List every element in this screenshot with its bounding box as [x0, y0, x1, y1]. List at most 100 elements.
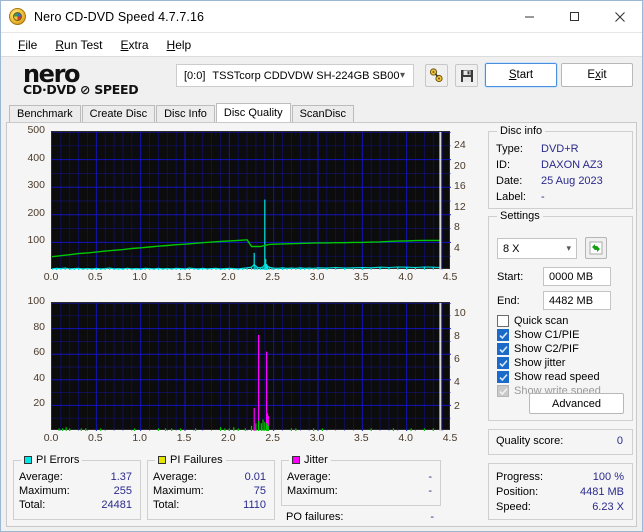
y-axis-tick: 100: [27, 295, 45, 307]
menu-extra[interactable]: Extra: [112, 36, 158, 54]
x-axis-tick: 2.5: [265, 271, 280, 283]
quality-score-value: 0: [616, 435, 623, 447]
x-axis-tick: 1.0: [132, 432, 147, 444]
start-value: 0000 MB: [549, 270, 594, 283]
menu-run-test[interactable]: Run Test: [46, 36, 111, 54]
po-failures-label: PO failures:: [286, 511, 344, 523]
x-axis-tick: 2.0: [221, 432, 236, 444]
x-axis-tick: 0.5: [88, 432, 103, 444]
stat-row: Maximum: -: [287, 485, 432, 497]
chevron-down-icon: ▾: [399, 70, 405, 81]
y-axis-tick: 60: [33, 346, 45, 359]
progress-box: Progress: 100 % Position: 4481 MB Speed: 6.…: [488, 463, 633, 520]
start-field-row: Start: 0000 MB: [497, 267, 611, 286]
menu-file[interactable]: File: [9, 36, 46, 54]
drive-select[interactable]: [0:0] TSSTcorp CDDVDW SH-224GB SB00 ▾: [176, 64, 414, 87]
title-bar: Nero CD-DVD Speed 4.7.7.16: [1, 1, 642, 33]
stats-jitter-legend: Jitter: [289, 454, 331, 466]
checkbox-show-read-speed[interactable]: Show read speed: [497, 371, 629, 383]
y-axis-tick: 500: [27, 124, 45, 136]
y2-axis-tick: 6: [454, 353, 460, 366]
progress-row: Progress: 100 %: [496, 471, 624, 483]
window-controls: [507, 1, 642, 33]
stats-pi-errors: PI Errors Average: 1.37 Maximum: 255 Total…: [13, 454, 141, 520]
start-input[interactable]: 0000 MB: [543, 267, 611, 286]
nero-app-icon: [9, 7, 27, 26]
y2-axis-tick: 4: [454, 241, 460, 254]
minimize-icon[interactable]: [507, 1, 552, 33]
menu-help[interactable]: Help: [158, 36, 201, 54]
y2-axis-tick: 10: [454, 306, 466, 319]
y2-axis-tick: 20: [454, 159, 466, 172]
stat-row: Total: 1110: [153, 499, 266, 511]
disc-eject-icon[interactable]: [425, 64, 448, 87]
pi-failures-color-swatch: [158, 456, 166, 464]
checkbox-label: Quick scan: [514, 315, 569, 327]
x-axis-tick: 2.5: [265, 432, 280, 444]
disc-info-row-date: Date: 25 Aug 2023: [496, 175, 603, 187]
y-axis-tick: 20: [33, 397, 45, 410]
drive-port: [0:0]: [184, 69, 206, 82]
checkbox-label: Show C2/PIF: [514, 343, 579, 355]
checkbox-show-c2-pif[interactable]: Show C2/PIF: [497, 343, 629, 355]
app-window: Nero CD-DVD Speed 4.7.7.16 File Run Test…: [0, 0, 643, 532]
chart-pi-errors-plot: [51, 131, 451, 270]
y-axis-tick: 400: [27, 151, 45, 164]
x-axis-tick: 0.0: [43, 271, 59, 283]
tab-disc-info[interactable]: Disc Info: [156, 105, 215, 122]
close-icon[interactable]: [597, 1, 642, 33]
checkbox-label: Show jitter: [514, 357, 566, 369]
window-title: Nero CD-DVD Speed 4.7.7.16: [34, 9, 205, 24]
checkbox-box: [497, 385, 509, 397]
y-axis-tick: 300: [27, 179, 45, 192]
y2-axis-tick: 24: [454, 139, 466, 152]
y2-axis-tick: 2: [454, 399, 460, 412]
maximize-icon[interactable]: [552, 1, 597, 33]
exit-button[interactable]: Exit: [561, 63, 633, 87]
x-axis-tick: 3.0: [309, 271, 325, 283]
disc-info-row-id: ID: DAXON AZ3: [496, 159, 603, 171]
end-value: 4482 MB: [549, 294, 594, 307]
stats-pi-errors-title: PI Errors: [36, 454, 80, 466]
y2-axis-tick: 16: [454, 180, 466, 193]
start-button[interactable]: Start: [484, 62, 558, 88]
logo-line2: CD·DVD ⊘ SPEED: [23, 81, 139, 97]
x-axis-tick: 0.0: [43, 432, 59, 444]
tab-create-disc[interactable]: Create Disc: [81, 105, 156, 122]
pi-errors-color-swatch: [24, 456, 32, 464]
nero-logo: nero CD·DVD ⊘ SPEED: [23, 62, 173, 97]
save-floppy-icon[interactable]: [455, 64, 478, 87]
end-field-row: End: 4482 MB: [497, 291, 611, 310]
start-label: Start:: [497, 270, 524, 283]
checkbox-label: Show read speed: [514, 371, 600, 383]
x-axis-tick: 1.0: [132, 271, 147, 283]
refresh-button[interactable]: [585, 237, 607, 259]
x-axis-tick: 3.0: [309, 432, 325, 444]
speed-select-value: 8 X: [503, 242, 520, 255]
checkbox-box: [497, 315, 509, 327]
checkbox-show-c1-pie[interactable]: Show C1/PIE: [497, 329, 629, 341]
chevron-down-icon: ▾: [566, 243, 571, 253]
x-axis-tick: 1.5: [176, 271, 192, 283]
tab-content-disc-quality: 100 200 300 400 500 4 8 12 16 20 24 0.0 0.5 1.0 1.5 2…: [6, 122, 637, 527]
stats-pi-failures: PI Failures Average: 0.01 Maximum: 75 Tota…: [147, 454, 275, 520]
x-axis-tick: 2.0: [221, 271, 236, 283]
stats-pi-errors-legend: PI Errors: [21, 454, 83, 466]
tab-scandisc[interactable]: ScanDisc: [291, 105, 355, 122]
chart-pi-failures-svg: [52, 303, 451, 431]
y2-axis-tick: 8: [454, 221, 460, 234]
speed-select[interactable]: 8 X ▾: [497, 238, 577, 259]
advanced-label: Advanced: [552, 397, 601, 410]
tab-benchmark[interactable]: Benchmark: [9, 105, 81, 122]
x-axis-tick: 4.0: [398, 432, 413, 444]
y2-axis-tick: 8: [454, 329, 460, 342]
checkbox-show-jitter[interactable]: Show jitter: [497, 357, 629, 369]
tab-disc-quality[interactable]: Disc Quality: [215, 103, 291, 122]
checkbox-quick-scan[interactable]: Quick scan: [497, 315, 629, 327]
checkbox-box: [497, 343, 509, 355]
stat-row: Maximum: 75: [153, 485, 266, 497]
quality-score-box: Quality score: 0: [488, 429, 633, 455]
advanced-button[interactable]: Advanced: [529, 393, 624, 414]
quality-score-label: Quality score:: [496, 435, 564, 447]
end-input[interactable]: 4482 MB: [543, 291, 611, 310]
